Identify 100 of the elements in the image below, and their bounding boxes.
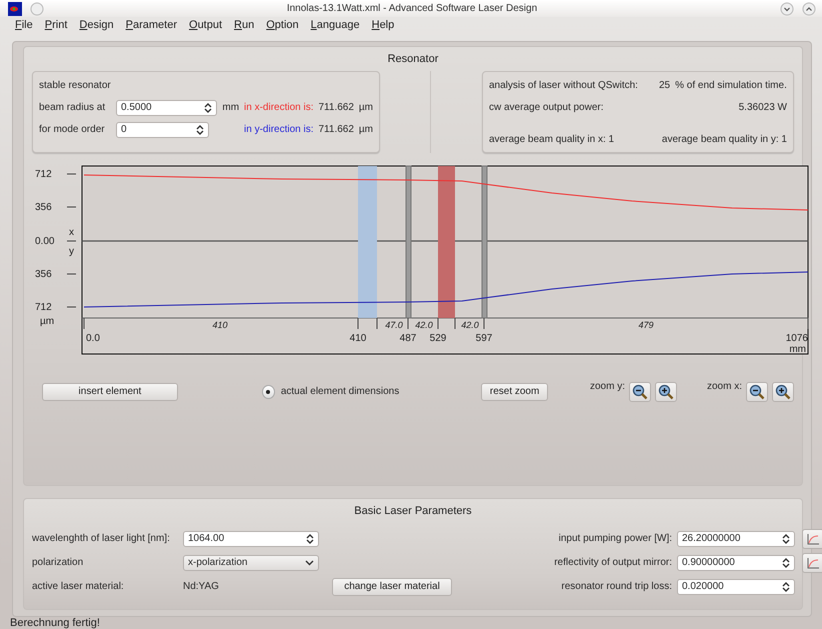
spin-arrows-icon[interactable] — [782, 558, 790, 568]
position-label: 597 — [476, 332, 492, 344]
progress-text: % of end simulation time. — [675, 80, 787, 92]
unit-label: µm — [358, 102, 373, 114]
zoom-in-icon — [658, 384, 674, 400]
group-title: Basic Laser Parameters — [354, 504, 472, 517]
spin-arrows-icon[interactable] — [204, 102, 212, 113]
zoom-in-button[interactable] — [772, 382, 794, 402]
minimize-icon[interactable] — [780, 2, 794, 16]
field-label: beam radius at — [39, 102, 106, 114]
spin-arrows-icon[interactable] — [782, 582, 790, 592]
field-value: 0.90000000 — [682, 557, 735, 568]
field-label: for mode order — [39, 124, 106, 136]
zoom-x-label: zoom x: — [707, 380, 742, 392]
position-label: 1076 — [786, 332, 808, 344]
menu-item[interactable]: Option — [266, 18, 299, 31]
mode-order-field[interactable]: 0 — [116, 122, 210, 138]
spin-arrows-icon[interactable] — [306, 534, 314, 544]
menu-item[interactable]: Language — [310, 18, 360, 31]
segment-length-label: 410 — [212, 320, 228, 330]
power-value: 5.36023 W — [738, 102, 787, 114]
polarization-dropdown[interactable]: x-polarization — [183, 554, 319, 571]
beam-quality-y: average beam quality in y: 1 — [662, 134, 787, 146]
y-tick-label: 0.00 — [35, 236, 54, 247]
unit-label: mm — [222, 102, 240, 114]
position-label: 410 — [350, 332, 366, 344]
unit-label: µm — [358, 124, 373, 136]
zoom-out-icon — [632, 384, 648, 400]
zoom-in-icon — [775, 384, 792, 400]
menu-item[interactable]: Run — [234, 18, 254, 31]
menu-item[interactable]: Help — [372, 18, 394, 31]
menu-item[interactable]: Print — [44, 18, 68, 31]
position-label: 529 — [430, 332, 446, 344]
field-label: active laser material: — [32, 581, 125, 592]
field-value: 26.20000000 — [682, 533, 740, 544]
analysis-label: analysis of laser without QSwitch: — [489, 80, 639, 92]
x-unit-label: mm — [789, 344, 806, 355]
zoom-out-icon — [749, 384, 766, 400]
y-unit-label: µm — [40, 316, 54, 327]
zoom-out-button[interactable] — [629, 382, 651, 402]
maximize-icon[interactable] — [802, 2, 816, 16]
graph-button[interactable] — [802, 528, 822, 549]
window-title: Innolas-13.1Watt.xml - Advanced Software Laser Design — [286, 3, 538, 14]
segment-length-label: 42.0 — [415, 320, 433, 330]
field-value: 0.5000 — [121, 102, 152, 114]
spin-arrows-icon[interactable] — [196, 124, 204, 135]
x-axis-label: x — [69, 226, 74, 238]
material-value: Nd:YAG — [183, 581, 220, 592]
menu-item[interactable]: Output — [189, 18, 222, 31]
menu-item[interactable]: Design — [79, 18, 114, 31]
field-label: polarization — [32, 557, 84, 568]
field-value: 0 — [121, 124, 127, 136]
position-label: 0.0 — [86, 332, 100, 344]
x-radius-value: 711.662 — [318, 102, 354, 114]
position-label: 487 — [400, 332, 416, 344]
zoom-out-button[interactable] — [746, 382, 768, 402]
app-icon — [8, 2, 22, 16]
progress-percent: 25 — [659, 80, 670, 92]
y-axis-label: y — [69, 246, 74, 257]
parameter-field[interactable]: 0.90000000 — [677, 554, 795, 571]
x-direction-label: in x-direction is: — [244, 102, 314, 114]
field-label: reflectivity of output mirror: — [553, 557, 672, 568]
y-radius-value: 711.662 — [318, 124, 354, 136]
chevron-down-icon[interactable] — [305, 560, 314, 566]
segment-length-label: 47.0 — [385, 320, 403, 330]
reset-zoom-button[interactable]: reset zoom — [481, 382, 548, 401]
field-value: 1064.00 — [188, 533, 224, 544]
resonator-type-label: stable resonator — [39, 80, 111, 92]
menu-item[interactable]: File — [15, 18, 33, 31]
y-direction-label: in y-direction is: — [244, 124, 314, 136]
curve-graph-icon — [806, 532, 820, 545]
segment-length-label: 479 — [638, 320, 654, 330]
field-value: 0.020000 — [682, 581, 724, 592]
field-label: resonator round trip loss: — [560, 581, 672, 592]
change-material-button[interactable]: change laser material — [332, 578, 452, 596]
y-tick-label: 712 — [35, 302, 52, 313]
graph-button[interactable] — [802, 552, 822, 573]
y-tick-label: 356 — [35, 202, 52, 213]
segment-length-label: 42.0 — [461, 320, 479, 330]
insert-element-button[interactable]: insert element — [42, 382, 178, 401]
radio-button[interactable] — [262, 384, 275, 399]
field-label: input pumping power [W]: — [558, 533, 672, 544]
parameter-field[interactable]: 26.20000000 — [677, 530, 795, 547]
status-message: Berechnung fertig! — [9, 616, 101, 629]
radio-label: actual element dimensions — [280, 386, 400, 398]
field-label: wavelenghth of laser light [nm]: — [32, 533, 171, 544]
zoom-y-label: zoom y: — [590, 380, 625, 392]
group-title: Resonator — [388, 52, 438, 65]
power-label: cw average output power: — [489, 102, 604, 114]
beam-quality-x: average beam quality in x: 1 — [489, 134, 614, 146]
dropdown-value: x-polarization — [188, 557, 248, 568]
curve-graph-icon — [806, 556, 820, 569]
parameter-field[interactable]: 0.020000 — [677, 578, 795, 595]
beam-radius-field[interactable]: 0.5000 — [116, 100, 218, 116]
spin-arrows-icon[interactable] — [782, 534, 790, 544]
wavelength-field[interactable]: 1064.00 — [183, 530, 319, 547]
menu-item[interactable]: Parameter — [126, 18, 177, 31]
zoom-in-button[interactable] — [655, 382, 677, 402]
y-tick-label: 712 — [35, 168, 52, 180]
y-tick-label: 356 — [35, 268, 52, 280]
